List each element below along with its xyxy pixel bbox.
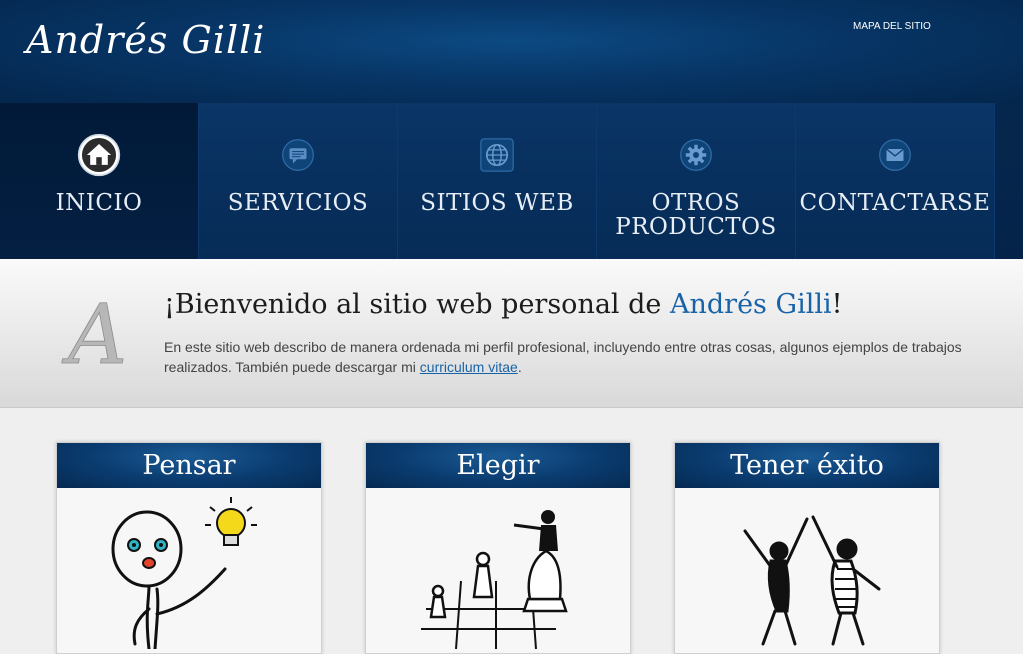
card-pensar: Pensar — [56, 442, 322, 654]
welcome-banner: A ¡Bienvenido al sitio web personal de A… — [0, 259, 1023, 408]
card-elegir: Elegir — [365, 442, 631, 654]
monogram-logo: A — [61, 297, 128, 377]
monogram-letter: A — [61, 297, 127, 377]
nav-item-sitios-web[interactable]: SITIOS WEB — [398, 103, 597, 259]
chat-icon — [282, 139, 314, 171]
sitemap-link[interactable]: MAPA DEL SITIO — [853, 21, 931, 32]
welcome-title-suffix: ! — [831, 289, 843, 320]
home-icon — [77, 133, 121, 177]
card-title: Elegir — [366, 443, 630, 488]
globe-icon — [480, 138, 514, 172]
nav-item-servicios[interactable]: SERVICIOS — [199, 103, 398, 259]
nav-label: OTROS PRODUCTOS — [615, 190, 777, 240]
card-title: Tener éxito — [675, 443, 939, 488]
welcome-title-prefix: ¡Bienvenido al sitio web personal de — [164, 289, 670, 320]
envelope-icon — [879, 139, 911, 171]
site-logo[interactable]: Andrés Gilli — [26, 18, 265, 62]
nav-item-contactarse[interactable]: CONTACTARSE — [796, 103, 995, 259]
nav-label: SERVICIOS — [227, 190, 369, 216]
site-header: Andrés Gilli MAPA DEL SITIO — [0, 0, 1023, 103]
nav-label: INICIO — [55, 190, 143, 216]
welcome-text: En este sitio web describo de manera ord… — [164, 337, 984, 377]
nav-label: CONTACTARSE — [799, 190, 991, 216]
main-nav: INICIO SERVICIOS SITIOS WEB OTROS PRODUC… — [0, 103, 1023, 259]
welcome-title-name: Andrés Gilli — [670, 289, 832, 320]
thinking-figure-illustration — [111, 497, 257, 649]
welcome-title: ¡Bienvenido al sitio web personal de And… — [164, 289, 842, 320]
nav-item-inicio[interactable]: INICIO — [0, 103, 199, 259]
welcome-text-end: . — [517, 359, 522, 375]
gear-icon — [680, 139, 712, 171]
nav-item-otros-productos[interactable]: OTROS PRODUCTOS — [597, 103, 796, 259]
cv-link[interactable]: curriculum vitae — [420, 359, 518, 375]
chess-pieces-illustration — [421, 510, 568, 649]
card-title: Pensar — [57, 443, 321, 488]
nav-label: SITIOS WEB — [420, 190, 574, 216]
celebrating-figures-illustration — [743, 515, 881, 646]
welcome-text-body: En este sitio web describo de manera ord… — [164, 339, 962, 375]
card-tener-exito: Tener éxito — [674, 442, 940, 654]
